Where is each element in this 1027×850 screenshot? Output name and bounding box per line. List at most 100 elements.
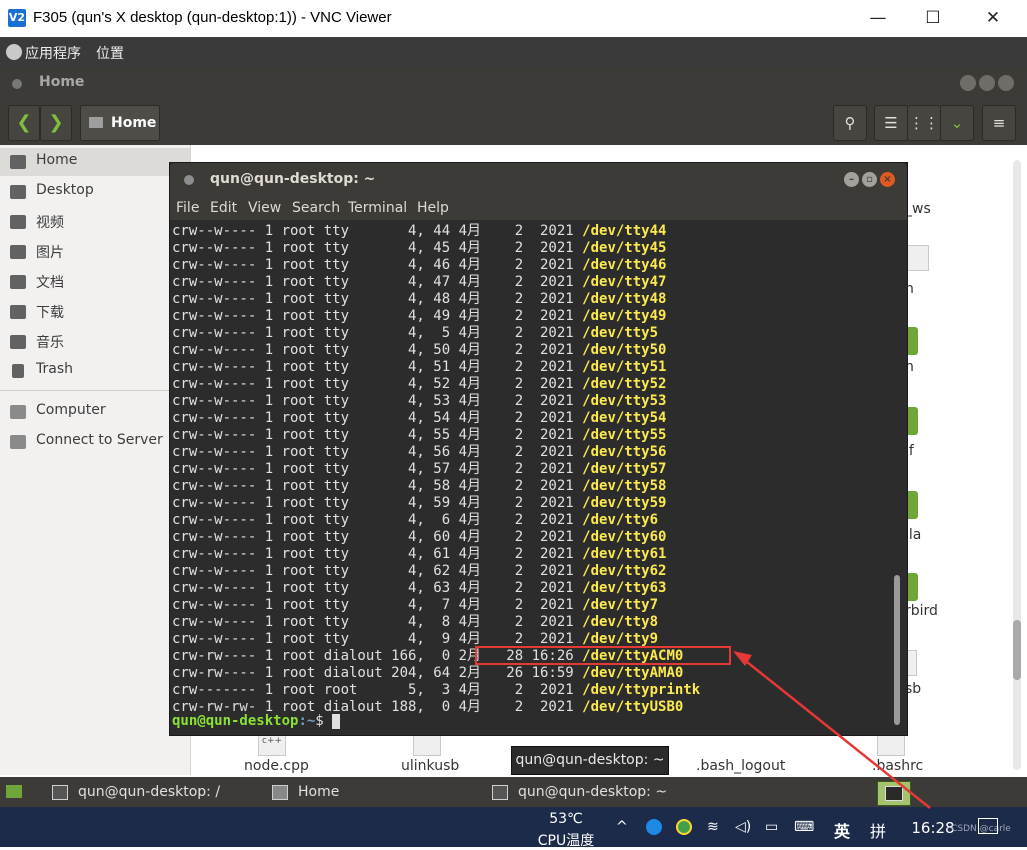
taskbar-tooltip: qun@qun-desktop: ~ xyxy=(511,746,669,775)
menu-button[interactable]: ≡ xyxy=(982,105,1016,141)
sidebar-item-label: 音乐 xyxy=(36,335,64,351)
trash-icon xyxy=(12,364,24,378)
device-path: /dev/tty7 xyxy=(582,597,659,613)
sidebar-item-connect-to-server[interactable]: Connect to Server xyxy=(0,428,190,456)
close-button[interactable]: ✕ xyxy=(968,0,1018,37)
device-path: /dev/tty54 xyxy=(582,410,667,426)
list-view-button[interactable]: ☰ xyxy=(874,105,908,141)
sidebar-item-downloads[interactable]: 下载 xyxy=(0,298,190,326)
file-label-bashrc[interactable]: .bashrc xyxy=(872,758,923,774)
maximize-button[interactable]: ☐ xyxy=(908,0,958,37)
sidebar-divider xyxy=(0,390,190,391)
file-manager-close-button[interactable] xyxy=(998,75,1014,91)
menu-search[interactable]: Search xyxy=(292,200,340,216)
device-path: /dev/ttyUSB0 xyxy=(582,699,684,715)
sidebar-item-pictures[interactable]: 图片 xyxy=(0,238,190,266)
menu-terminal[interactable]: Terminal xyxy=(348,200,407,216)
line-attributes: crw--w---- 1 root tty 4, 63 4月 2 2021 xyxy=(172,580,583,596)
sidebar-item-documents[interactable]: 文档 xyxy=(0,268,190,296)
line-attributes: crw------- 1 root root 5, 3 4月 2 2021 xyxy=(172,682,583,698)
file-label[interactable]: rbird xyxy=(905,603,938,619)
terminal-titlebar[interactable]: qun@qun-desktop: ~ – ▫ × xyxy=(170,163,907,196)
sidebar-item-videos[interactable]: 视频 xyxy=(0,208,190,236)
sidebar-item-music[interactable]: 音乐 xyxy=(0,328,190,356)
line-attributes: crw--w---- 1 root tty 4, 45 4月 2 2021 xyxy=(172,240,583,256)
search-button[interactable]: ⚲ xyxy=(833,105,867,141)
terminal-maximize-button[interactable]: ▫ xyxy=(862,172,877,187)
terminal-window-menu-icon[interactable] xyxy=(184,175,194,185)
menu-help[interactable]: Help xyxy=(417,200,449,216)
scrollbar-thumb[interactable] xyxy=(1013,620,1021,680)
sidebar-item-desktop[interactable]: Desktop xyxy=(0,178,190,206)
security-tray-icon[interactable] xyxy=(676,819,692,835)
location-home-button[interactable]: Home xyxy=(80,105,160,141)
device-path: /dev/tty52 xyxy=(582,376,667,392)
back-button[interactable]: ❮ xyxy=(8,105,40,141)
line-attributes: crw--w---- 1 root tty 4, 54 4月 2 2021 xyxy=(172,410,583,426)
device-path: /dev/tty8 xyxy=(582,614,659,630)
computer-icon xyxy=(10,405,26,419)
applications-menu[interactable]: 应用程序 xyxy=(25,43,81,63)
view-options-button[interactable]: ⌄ xyxy=(940,105,974,141)
line-attributes: crw--w---- 1 root tty 4, 52 4月 2 2021 xyxy=(172,376,583,392)
device-path: /dev/tty58 xyxy=(582,478,667,494)
menu-edit[interactable]: Edit xyxy=(210,200,237,216)
language-indicator[interactable]: 英 xyxy=(834,818,850,842)
task-label: Home xyxy=(298,784,340,800)
workspace-switcher[interactable] xyxy=(877,781,911,806)
terminal-scrollbar[interactable] xyxy=(891,223,903,731)
sidebar-item-label: 图片 xyxy=(36,245,64,261)
menu-file[interactable]: File xyxy=(176,200,199,216)
menu-view[interactable]: View xyxy=(248,200,281,216)
battery-icon[interactable]: ▭ xyxy=(765,819,778,835)
show-desktop-icon[interactable] xyxy=(6,785,22,798)
grid-view-button[interactable]: ⋮⋮ xyxy=(907,105,941,141)
cpp-badge: c++ xyxy=(262,736,283,746)
terminal-line: crw--w---- 1 root tty 4, 48 4月 2 2021 /d… xyxy=(172,291,666,308)
sidebar-item-home[interactable]: Home xyxy=(0,148,190,176)
app-tray-icon[interactable] xyxy=(646,819,662,835)
line-attributes: crw--w---- 1 root tty 4, 59 4月 2 2021 xyxy=(172,495,583,511)
forward-button[interactable]: ❯ xyxy=(40,105,72,141)
device-path: /dev/tty5 xyxy=(582,325,659,341)
minimize-button[interactable]: — xyxy=(853,0,903,37)
file-manager-maximize-button[interactable] xyxy=(979,75,995,91)
file-manager-minimize-button[interactable] xyxy=(960,75,976,91)
chevron-up-icon[interactable]: ^ xyxy=(616,819,628,835)
terminal-scrollbar-thumb[interactable] xyxy=(894,575,900,725)
documents-icon xyxy=(10,275,26,289)
file-label[interactable]: sb xyxy=(905,681,921,697)
sidebar-item-computer[interactable]: Computer xyxy=(0,398,190,426)
task-home[interactable]: Home xyxy=(272,780,462,804)
file-manager-titlebar: Home xyxy=(0,67,1027,100)
wifi-icon[interactable]: ≋ xyxy=(707,819,719,835)
video-icon xyxy=(10,215,26,229)
line-attributes: crw--w---- 1 root tty 4, 60 4月 2 2021 xyxy=(172,529,583,545)
device-path: /dev/tty47 xyxy=(582,274,667,290)
home-icon xyxy=(10,155,26,169)
ime-indicator[interactable]: 拼 xyxy=(870,818,886,842)
device-path: /dev/tty50 xyxy=(582,342,667,358)
task-label: qun@qun-desktop: ~ xyxy=(518,784,668,800)
volume-icon[interactable]: ◁) xyxy=(735,819,751,835)
file-label-node-cpp[interactable]: node.cpp xyxy=(244,758,309,774)
task-terminal-home[interactable]: qun@qun-desktop: ~ xyxy=(492,780,692,804)
terminal-close-button[interactable]: × xyxy=(880,172,895,187)
terminal-minimize-button[interactable]: – xyxy=(844,172,859,187)
places-menu[interactable]: 位置 xyxy=(96,43,124,63)
notification-icon[interactable] xyxy=(978,818,998,834)
terminal-prompt-line[interactable]: qun@qun-desktop:~$ xyxy=(172,713,341,730)
sidebar-item-label: Trash xyxy=(36,361,73,377)
file-label[interactable]: _ws xyxy=(905,201,931,217)
window-menu-icon[interactable] xyxy=(12,79,22,89)
file-label-bash-logout[interactable]: .bash_logout xyxy=(696,758,785,774)
highlight-ttyacm0 xyxy=(475,646,731,665)
places-sidebar: Home Desktop 视频 图片 文档 下载 音乐 Trash Comput… xyxy=(0,145,191,775)
file-label[interactable]: lla xyxy=(905,527,921,543)
sidebar-item-trash[interactable]: Trash xyxy=(0,357,190,385)
cpu-temperature-label: CPU温度 xyxy=(537,833,595,849)
task-terminal-root[interactable]: qun@qun-desktop: / xyxy=(52,780,252,804)
keyboard-icon[interactable]: ⌨ xyxy=(794,819,814,835)
file-view-scrollbar[interactable] xyxy=(1013,160,1021,770)
file-label-ulinkusb[interactable]: ulinkusb xyxy=(401,758,459,774)
